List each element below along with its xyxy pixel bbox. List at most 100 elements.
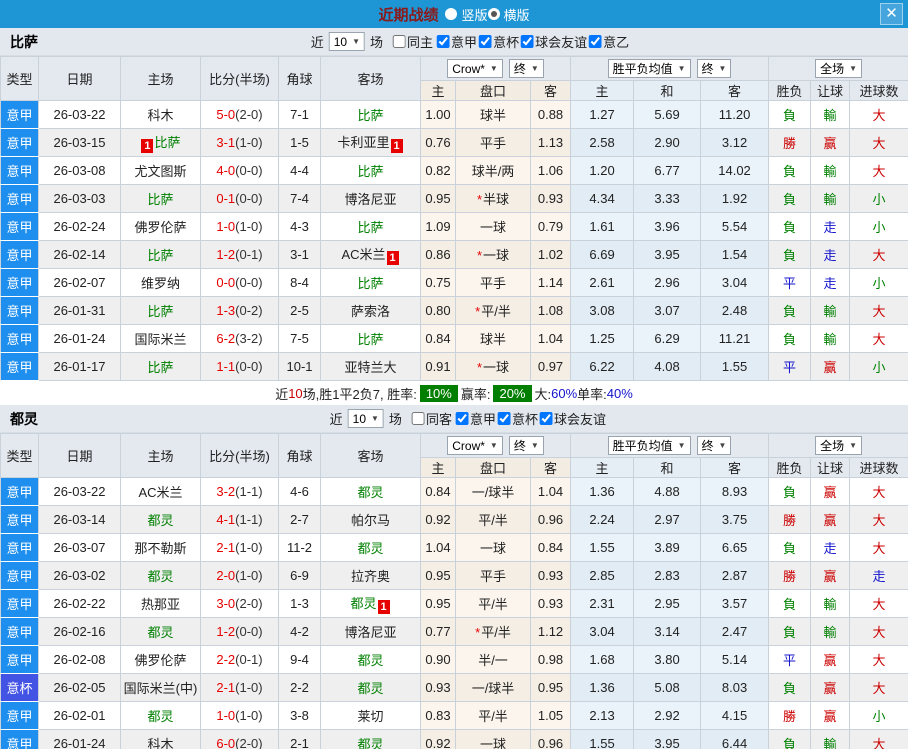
away-cell: 比萨 — [320, 156, 421, 185]
radio-icon[interactable] — [487, 8, 500, 20]
close-button[interactable]: ✕ — [880, 3, 903, 25]
corner-cell: 8-4 — [278, 268, 321, 297]
column-header: 客场 — [320, 433, 421, 478]
match-count-select[interactable]: 10 ▼ — [347, 409, 384, 428]
filter-option-label: 同客 — [425, 412, 452, 427]
result-wdl-cell: 負 — [768, 296, 812, 325]
filter-checkbox[interactable] — [479, 35, 493, 48]
recent-results-panel: 近期战绩 竖版 横版 ✕ 比萨 近 10 ▼ 场同主 意甲 意杯 球会友谊 意乙 类型 日期 主场比… — [0, 0, 908, 749]
filter-checkbox[interactable] — [411, 412, 425, 425]
handicap-label: 一/球半 — [471, 681, 515, 696]
home-team-name: 热那亚 — [141, 597, 180, 612]
chevron-down-icon: ▼ — [489, 64, 498, 74]
filter-checkbox[interactable] — [497, 412, 511, 425]
fulltime-score: 6-0 — [216, 736, 236, 749]
score-cell: 2-1(1-0) — [200, 533, 279, 562]
match-scope-select[interactable]: 全场 ▼ — [815, 436, 863, 455]
avg-win-cell: 2.13 — [570, 701, 635, 730]
avg-win-cell: 2.61 — [570, 268, 635, 297]
filter-checkbox[interactable] — [539, 412, 553, 425]
odds-source-select[interactable]: Crow* ▼ — [447, 59, 503, 79]
avg-draw-cell: 5.08 — [633, 673, 702, 702]
odds-source-select[interactable]: Crow* ▼ — [447, 436, 503, 456]
filter-checkbox[interactable] — [393, 35, 407, 48]
avg-lose-cell: 2.87 — [700, 561, 770, 590]
fulltime-score: 2-1 — [216, 680, 236, 695]
match-scope-select[interactable]: 全场 ▼ — [815, 59, 863, 78]
radio-icon[interactable] — [445, 8, 458, 20]
team-label: 都灵 — [147, 625, 174, 640]
table-body: 意甲 26-03-22 科木 5-0(2-0) 7-1 比萨 1.00 球半 0.88 1.27 5… — [0, 100, 908, 381]
filter-checkbox[interactable] — [521, 35, 535, 48]
match-count-select[interactable]: 10 ▼ — [328, 32, 366, 51]
team-label: 比萨 — [147, 192, 174, 207]
result-goals-cell: 大 — [849, 729, 908, 749]
filter-option: 意甲 — [455, 409, 496, 428]
result-handicap-cell: 赢 — [810, 561, 851, 590]
team-label: 维罗纳 — [140, 276, 180, 291]
result-goals-cell: 走 — [849, 561, 908, 590]
odds-home-cell: 0.82 — [420, 156, 456, 185]
match-row: 意甲 26-03-02 都灵 2-0(1-0) 6-9 拉齐奥 0.95 平手 0.93 2.85… — [0, 561, 908, 590]
filter-checkbox[interactable] — [437, 35, 451, 48]
home-cell: 尤文图斯 — [120, 156, 201, 185]
fulltime-score: 5-0 — [216, 107, 236, 122]
halftime-score: (1-0) — [235, 680, 263, 695]
layout-radio-group: 竖版 横版 — [445, 5, 530, 24]
summary-text: 赢率: — [460, 386, 491, 402]
handicap-cell: 球半/两 — [455, 156, 531, 185]
score-cell: 2-2(0-1) — [200, 645, 279, 674]
avg-time-select[interactable]: 终 ▼ — [696, 59, 732, 78]
layout-radio: 竖版 — [445, 5, 488, 24]
team-label: 帕尔马 — [350, 513, 390, 528]
filter-option-label: 球会友谊 — [535, 35, 588, 50]
match-row: 意甲 26-03-08 尤文图斯 4-0(0-0) 4-4 比萨 0.82 球半/两 1.06 1… — [0, 156, 908, 185]
filter-bar: 近 10 ▼ 场 同客 意甲 意杯 球会友谊 — [330, 409, 606, 428]
corner-cell: 4-3 — [278, 212, 321, 241]
avg-draw-cell: 3.95 — [633, 729, 702, 749]
result-goals-cell: 大 — [849, 533, 908, 562]
team-label: 佛罗伦萨 — [134, 220, 187, 235]
away-team-name: 都灵 — [357, 541, 383, 556]
star-mark: * — [476, 360, 483, 375]
result-handicap-cell: 赢 — [810, 505, 851, 534]
date-cell: 26-02-08 — [38, 645, 121, 674]
home-cell: 比萨 — [120, 352, 201, 381]
home-team-name: 国际米兰(中) — [124, 681, 198, 696]
corner-cell: 4-2 — [278, 617, 321, 646]
wdl-average-select[interactable]: 胜平负均值 ▼ — [607, 59, 691, 78]
avg-lose-cell: 8.03 — [700, 673, 770, 702]
team-label: 都灵 — [357, 485, 384, 500]
away-cell: 比萨 — [320, 324, 421, 353]
halftime-score: (0-0) — [235, 359, 263, 374]
filter-games-label: 场 — [388, 412, 402, 427]
avg-draw-cell: 2.95 — [633, 589, 702, 618]
filter-option-label: 意杯 — [511, 412, 538, 427]
date-cell: 26-03-07 — [38, 533, 121, 562]
summary-text: 10 — [288, 385, 303, 401]
filter-checkbox[interactable] — [589, 35, 603, 48]
home-cell: 维罗纳 — [120, 268, 201, 297]
avg-time-select[interactable]: 终 ▼ — [696, 436, 732, 455]
avg-draw-cell: 2.83 — [633, 561, 702, 590]
corner-cell: 3-8 — [278, 701, 321, 730]
sub-column-header: 和 — [633, 80, 702, 101]
odds-time-select[interactable]: 终 ▼ — [508, 58, 544, 78]
date-cell: 26-03-15 — [38, 128, 121, 157]
chevron-down-icon: ▼ — [530, 440, 539, 450]
wdl-average-select[interactable]: 胜平负均值 ▼ — [607, 436, 691, 455]
select-value: 全场 — [820, 439, 845, 453]
odds-away-cell: 1.08 — [529, 296, 572, 325]
score-cell: 1-2(0-0) — [200, 617, 279, 646]
chevron-down-icon: ▼ — [352, 37, 361, 46]
odds-home-cell: 0.95 — [420, 561, 456, 590]
avg-lose-cell: 5.14 — [700, 645, 770, 674]
odds-away-cell: 0.93 — [529, 589, 572, 618]
results-table: 类型 日期 主场 比分(半场) 角球 客场 Crow* ▼ 终 ▼ 胜平负均值 ▼ 终 ▼ 全场 ▼ 主盘口客主… — [0, 433, 908, 749]
league-cell: 意甲 — [0, 352, 39, 381]
away-team-name: 博洛尼亚 — [344, 625, 396, 640]
filter-checkbox[interactable] — [455, 412, 469, 425]
odds-time-select[interactable]: 终 ▼ — [508, 435, 544, 455]
result-handicap-cell: 輸 — [810, 184, 851, 213]
league-cell: 意甲 — [0, 296, 39, 325]
